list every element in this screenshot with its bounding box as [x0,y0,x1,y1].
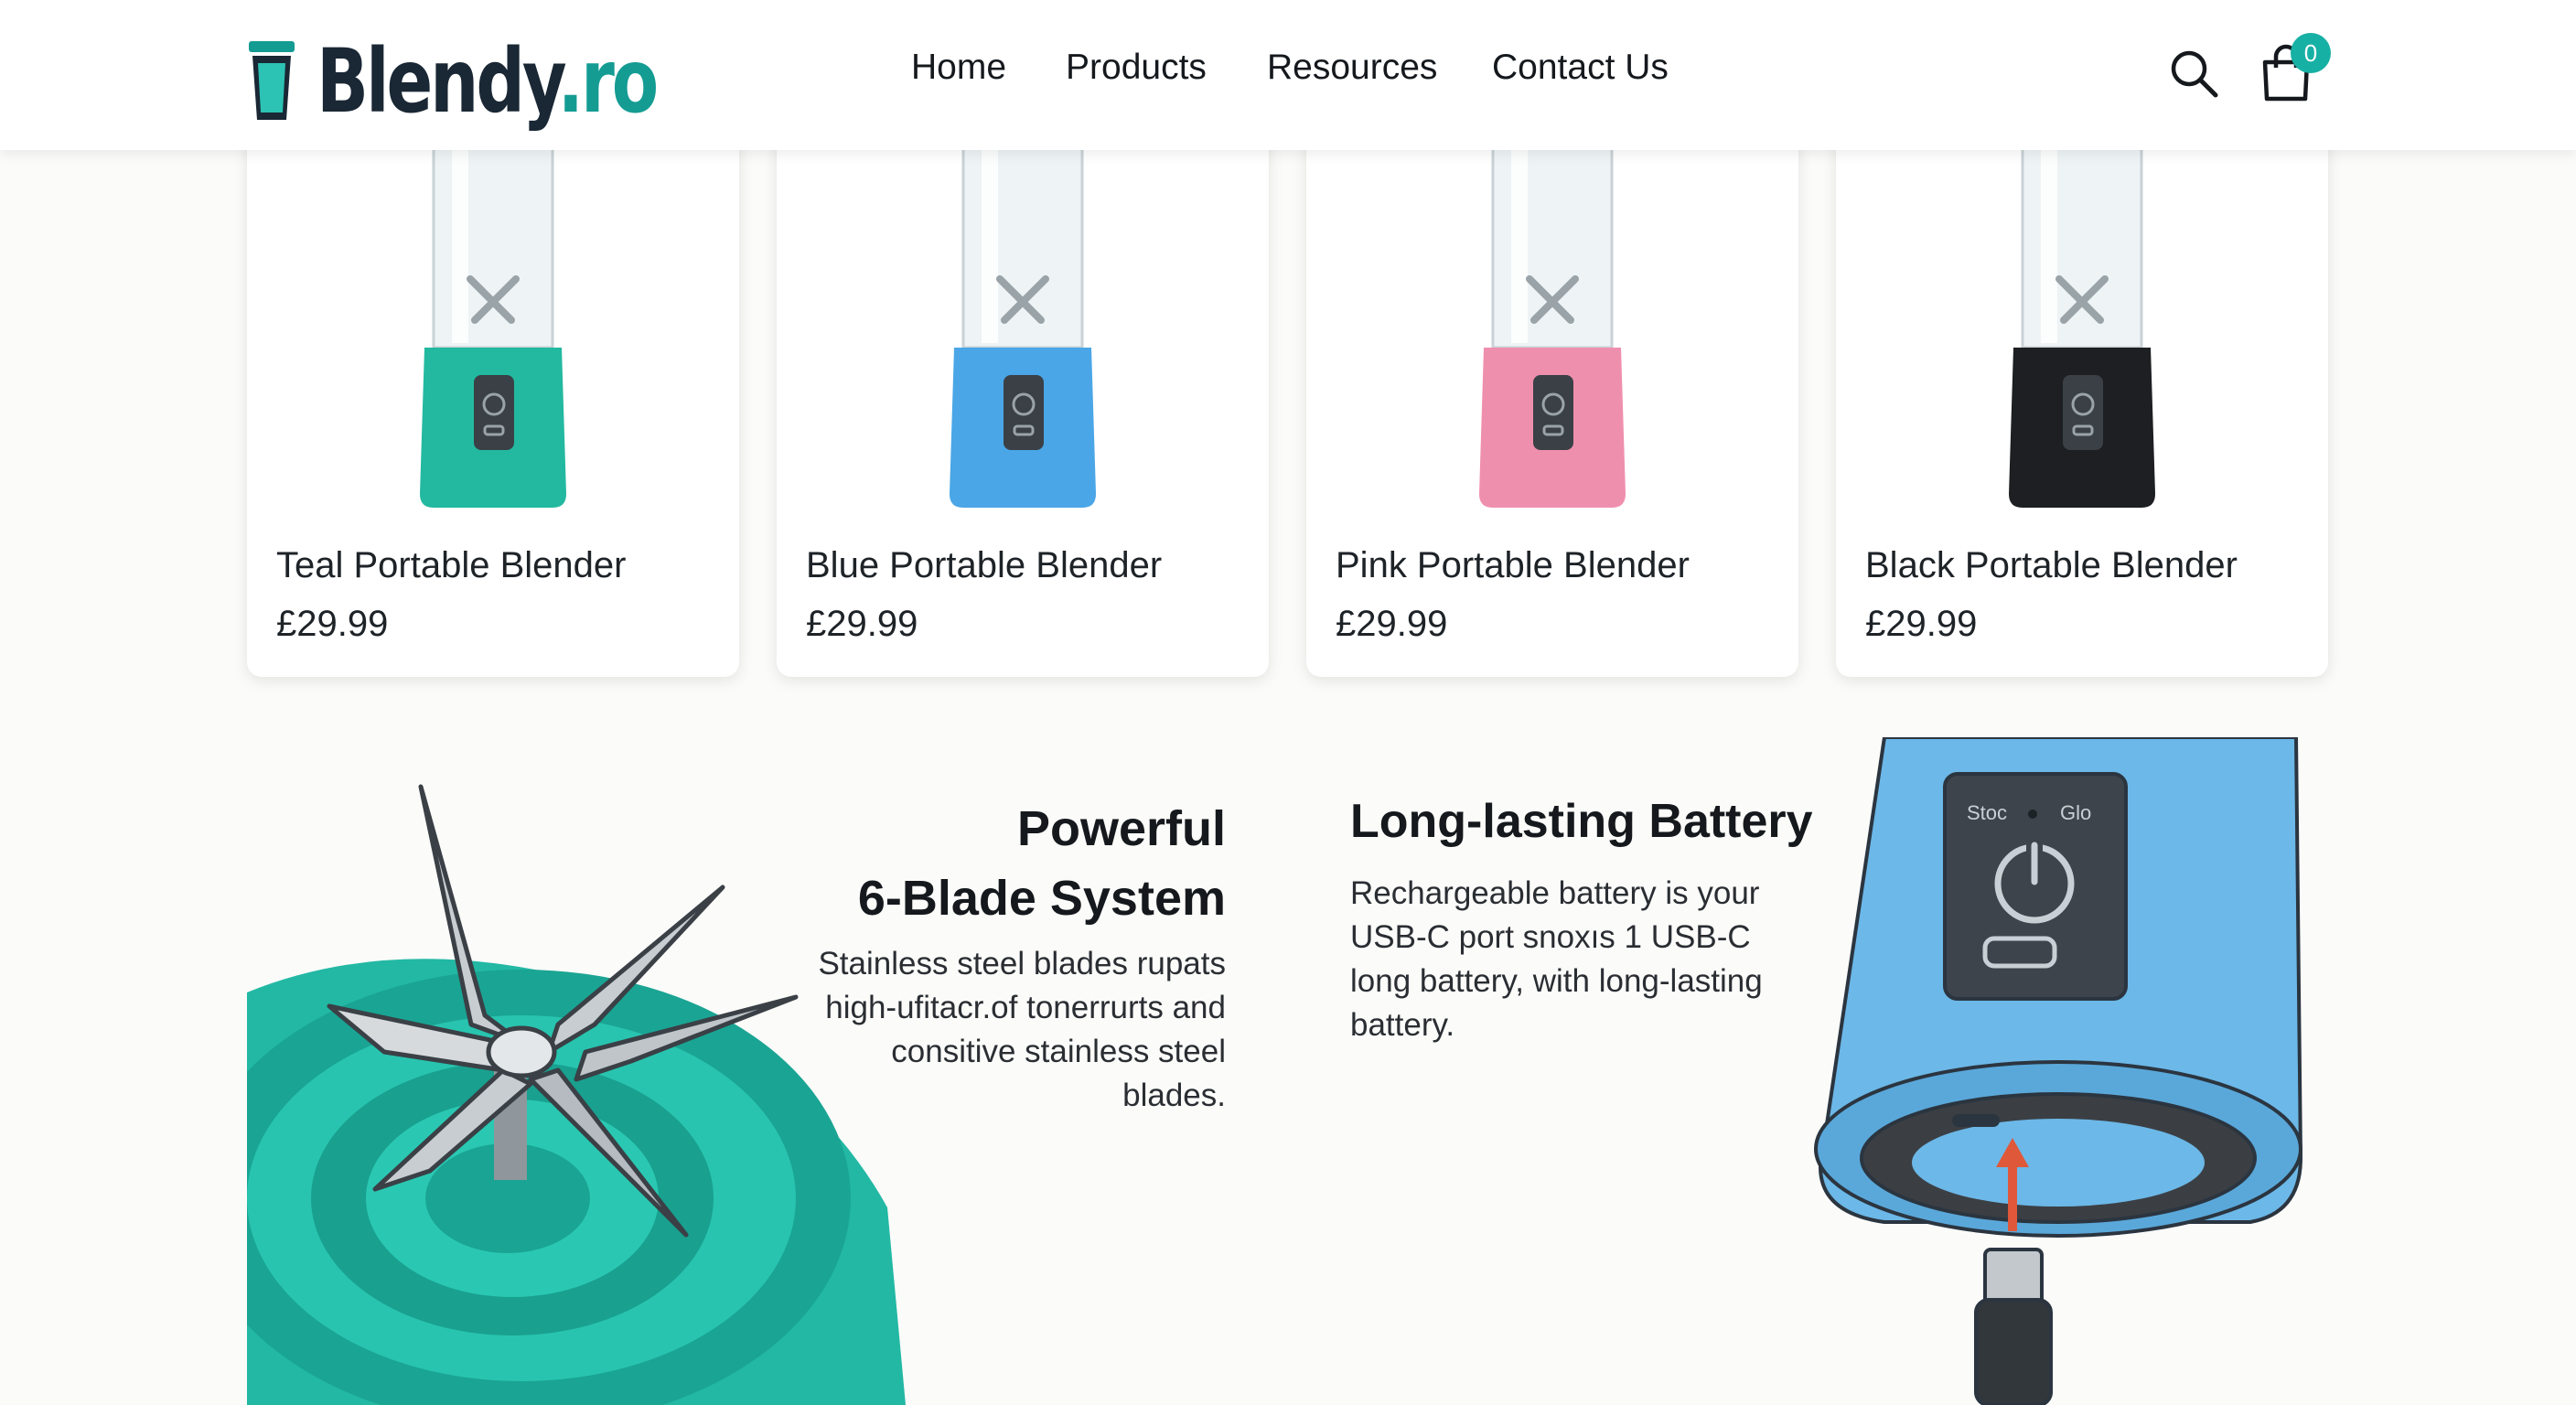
product-price: £29.99 [1336,604,1448,644]
battery-feature-description: Rechargeable battery is your USB-C port … [1350,875,1763,1043]
product-price: £29.99 [1865,604,1978,644]
nav-home[interactable]: Home [911,48,1006,88]
nav-resources[interactable]: Resources [1267,48,1437,88]
search-icon[interactable] [2168,48,2219,99]
product-name[interactable]: Black Portable Blender [1865,545,2238,586]
cart-count-badge: 0 [2291,33,2331,73]
product-card[interactable]: Teal Portable Blender £29.99 [247,110,739,677]
product-card[interactable]: Pink Portable Blender £29.99 [1306,110,1798,677]
black-blender-image [2009,146,2155,508]
blue-blender-image [950,146,1096,508]
site-header: Blendy.ro Home Products Resources Contac… [0,0,2576,150]
brand-name: Blendy.ro [317,30,659,133]
battery-feature-title: Long-lasting Battery [1350,795,1813,848]
product-name[interactable]: Blue Portable Blender [806,545,1162,586]
panel-label-left: Stoc [1967,801,2007,824]
product-price: £29.99 [276,604,389,644]
panel-label-right: Glo [2060,801,2091,824]
blade-feature-title: Powerful 6-Blade System [857,801,1226,926]
battery-usb-illustration: Stoc Glo [1814,737,2303,1405]
product-name[interactable]: Pink Portable Blender [1336,545,1690,586]
pink-blender-image [1479,146,1626,508]
cup-logo-icon [249,41,295,120]
product-card[interactable]: Black Portable Blender £29.99 [1836,110,2328,677]
blade-feature-description: Stainless steel blades rupats high-ufita… [818,946,1226,1113]
nav-products[interactable]: Products [1066,48,1207,88]
product-card[interactable]: Blue Portable Blender £29.99 [777,110,1269,677]
nav-contact-us[interactable]: Contact Us [1492,48,1669,88]
product-price: £29.99 [806,604,918,644]
teal-blender-image [420,146,566,508]
brand-logo[interactable]: Blendy.ro [245,27,752,135]
product-name[interactable]: Teal Portable Blender [276,545,626,586]
